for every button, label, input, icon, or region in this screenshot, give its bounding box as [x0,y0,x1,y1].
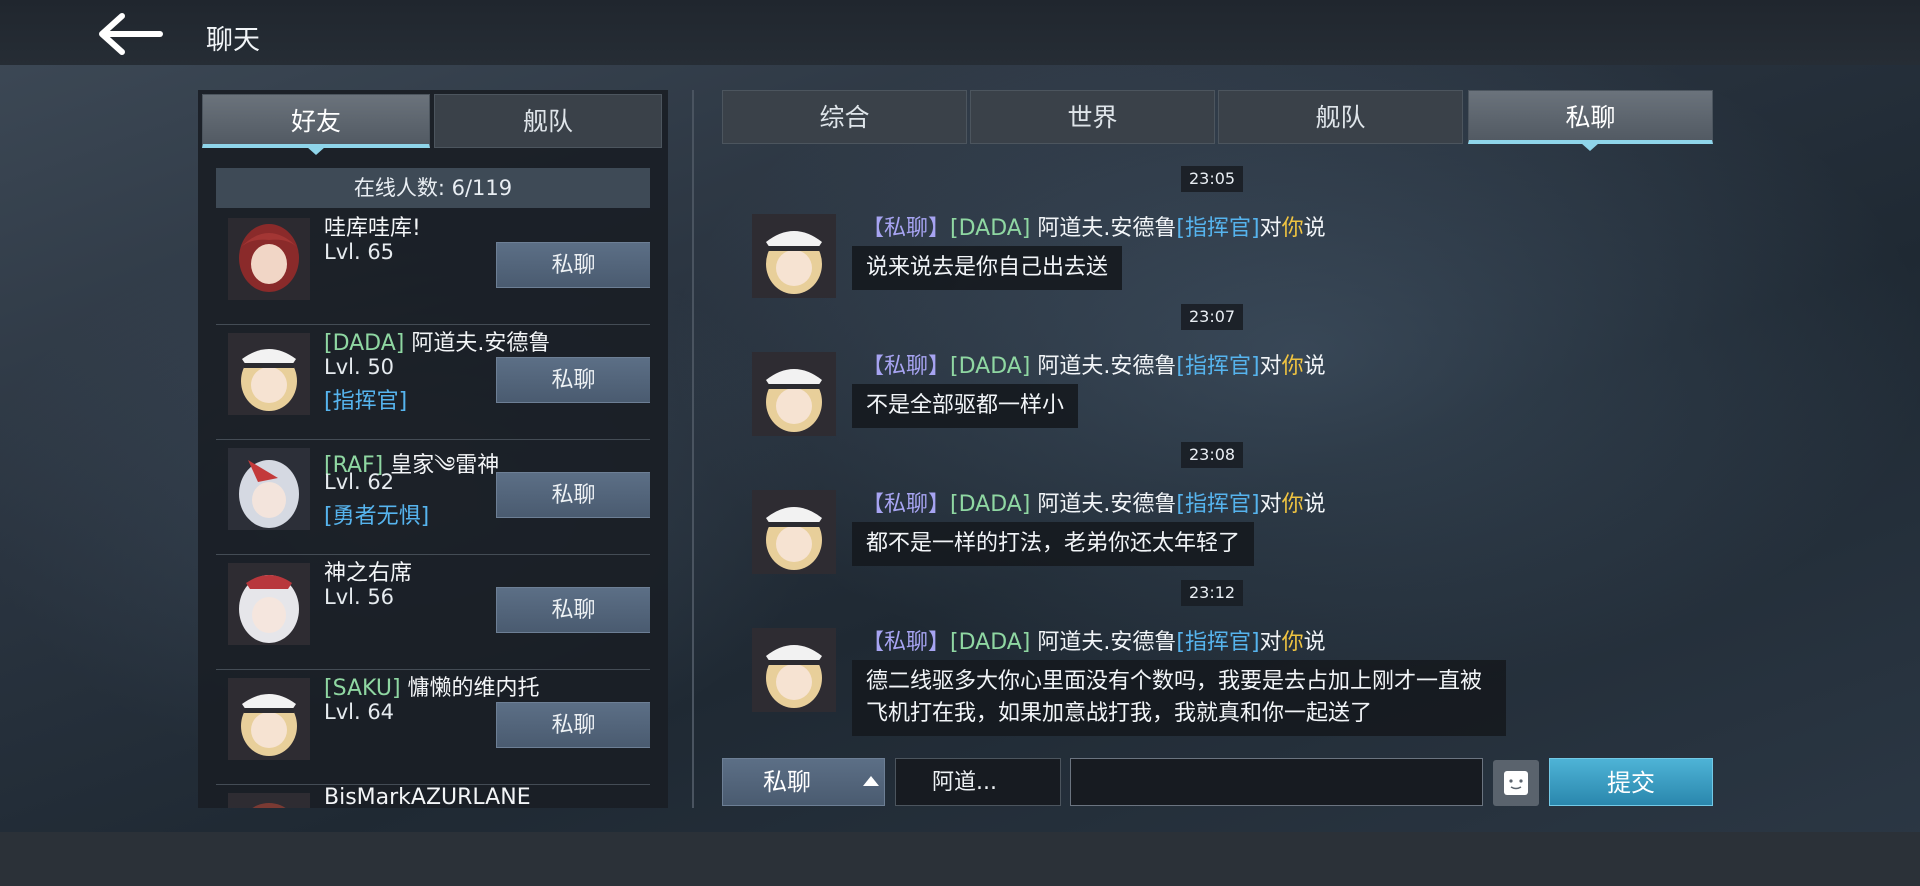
message-bubble: 说来说去是你自己出去送 [852,246,1123,290]
list-item: BisMarkAZURLANE [216,785,650,808]
time-badge: 23:12 [1181,580,1244,606]
channel-select[interactable]: 私聊 [722,758,885,806]
list-item: 神之右席 Lvl. 56 私聊 [216,555,650,670]
avatar [228,333,310,415]
back-button[interactable] [92,12,168,56]
avatar [228,218,310,300]
panel-divider [692,90,694,808]
message-bubble: 都不是一样的打法，老弟你还太年轻了 [852,522,1255,566]
message-sender: 【私聊】[DADA] 阿道夫.安德鲁[指挥官]对你说 [862,216,1326,241]
friend-name: [DADA] 阿道夫.安德鲁 [324,331,551,356]
message-bubble: 不是全部驱都一样小 [852,384,1079,428]
active-tab-pointer [307,147,325,155]
friend-level: Lvl. 62 [324,470,395,494]
friend-level: Lvl. 64 [324,700,395,724]
time-badge: 23:05 [1181,166,1244,192]
tab-private[interactable]: 私聊 [1468,90,1713,144]
avatar [752,490,836,574]
time-badge: 23:08 [1181,442,1244,468]
message-sender: 【私聊】[DADA] 阿道夫.安德鲁[指挥官]对你说 [862,492,1326,517]
avatar [228,793,310,808]
message-input[interactable] [1070,758,1483,806]
message-sender: 【私聊】[DADA] 阿道夫.安德鲁[指挥官]对你说 [862,354,1326,379]
avatar [752,214,836,298]
list-item: [SAKU] 慵懒的维内托 Lvl. 64 私聊 [216,670,650,785]
friend-level: Lvl. 65 [324,240,395,264]
tab-world[interactable]: 世界 [970,90,1215,144]
tab-general[interactable]: 综合 [722,90,967,144]
list-item: [RAF] 皇家༄雷神 Lvl. 62 [勇者无惧] 私聊 [216,440,650,555]
message-sender: 【私聊】[DADA] 阿道夫.安德鲁[指挥官]对你说 [862,630,1326,655]
friend-name: 神之右席 [324,561,413,586]
private-chat-button[interactable]: 私聊 [496,472,650,518]
arrow-left-icon [99,13,163,55]
friend-level: Lvl. 50 [324,355,395,379]
private-chat-button[interactable]: 私聊 [496,587,650,633]
tab-friends[interactable]: 好友 [202,94,430,148]
active-tab-pointer [1581,143,1599,151]
avatar [228,563,310,645]
bottom-band [0,832,1920,886]
friend-name: 哇库哇库! [324,216,421,241]
time-badge: 23:07 [1181,304,1244,330]
recipient-field[interactable]: 阿道... [895,758,1061,806]
avatar [752,352,836,436]
list-item: 哇库哇库! Lvl. 65 私聊 [216,210,650,325]
chevron-up-icon [863,776,879,786]
tab-fleet[interactable]: 舰队 [434,94,662,148]
private-chat-button[interactable]: 私聊 [496,357,650,403]
friend-title: [指挥官] [324,389,408,414]
friend-list[interactable]: 哇库哇库! Lvl. 65 私聊 [DADA] 阿道夫.安德鲁 Lvl. 50 … [216,210,650,808]
avatar [752,628,836,712]
message-bubble: 德二线驱多大你心里面没有个数吗，我要是去占加上刚才一直被飞机打在我，如果加意战打… [852,660,1506,736]
page-title: 聊天 [206,25,260,56]
friends-panel: 好友 舰队 在线人数: 6/119 哇库哇库! Lvl. 65 私聊 [DADA… [198,90,668,808]
private-chat-button[interactable]: 私聊 [496,702,650,748]
friend-name: BisMarkAZURLANE [324,785,531,808]
friend-level: Lvl. 56 [324,585,395,609]
list-item: [DADA] 阿道夫.安德鲁 Lvl. 50 [指挥官] 私聊 [216,325,650,440]
chat-log[interactable]: 23:05 【私聊】[DADA] 阿道夫.安德鲁[指挥官]对你说 说来说去是你自… [722,160,1712,750]
submit-button[interactable]: 提交 [1549,758,1713,806]
emoji-icon [1504,771,1528,795]
avatar [228,448,310,530]
tab-fleet-chat[interactable]: 舰队 [1218,90,1463,144]
top-bar: 聊天 [0,0,1920,65]
emoji-button[interactable] [1493,760,1539,806]
channel-select-label: 私聊 [763,768,811,796]
friend-title: [勇者无惧] [324,504,430,529]
private-chat-button[interactable]: 私聊 [496,242,650,288]
online-count: 在线人数: 6/119 [216,168,650,208]
avatar [228,678,310,760]
friend-name: [SAKU] 慵懒的维内托 [324,676,540,701]
